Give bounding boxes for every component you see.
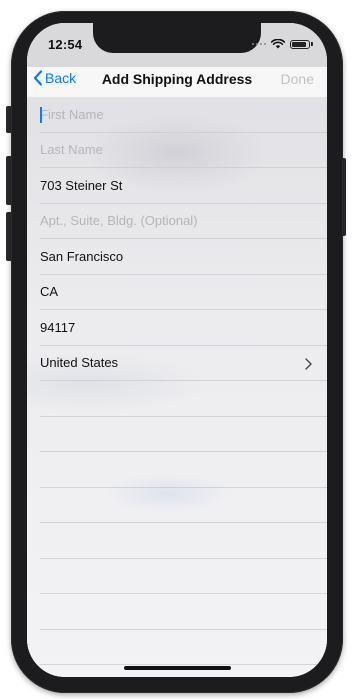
city-field[interactable]	[40, 248, 290, 264]
text-cursor	[40, 107, 42, 123]
navigation-bar: Back Add Shipping Address Done	[27, 67, 327, 97]
apt-row	[40, 204, 327, 239]
wifi-icon	[271, 39, 285, 49]
status-icons	[252, 39, 313, 49]
zip-row	[40, 310, 327, 346]
apt-suite-field[interactable]	[40, 213, 290, 229]
chevron-right-icon	[305, 357, 312, 370]
empty-separator-row	[40, 452, 327, 488]
state-row	[40, 275, 327, 310]
status-bar: 12:54	[27, 23, 327, 67]
street-row	[40, 168, 327, 204]
first-name-field[interactable]	[40, 106, 290, 122]
street-address-field[interactable]	[40, 177, 290, 193]
cellular-signal-icon	[252, 43, 266, 45]
zip-code-field[interactable]	[40, 319, 290, 335]
state-field[interactable]	[40, 284, 290, 300]
empty-separator-row	[40, 523, 327, 559]
battery-icon	[290, 39, 313, 49]
done-button[interactable]: Done	[281, 71, 314, 87]
country-row[interactable]: United States	[40, 346, 327, 381]
city-row	[40, 239, 327, 275]
device-stage: 12:54 Back Add Shipping Address Done Fir…	[0, 0, 352, 699]
last-name-field[interactable]	[40, 142, 290, 158]
empty-separator-row	[40, 417, 327, 452]
last-name-row	[40, 133, 327, 168]
home-indicator[interactable]	[124, 666, 231, 670]
address-form: United States	[27, 97, 327, 665]
empty-separator-row	[40, 559, 327, 594]
notch	[93, 23, 261, 53]
first-name-row	[40, 97, 327, 133]
empty-separator-row	[40, 630, 327, 665]
status-time: 12:54	[48, 37, 83, 52]
empty-separator-row	[40, 488, 327, 523]
screen: 12:54 Back Add Shipping Address Done Fir…	[27, 23, 327, 677]
empty-separator-row	[40, 594, 327, 630]
country-value: United States	[40, 355, 119, 371]
empty-separator-row	[40, 381, 327, 417]
